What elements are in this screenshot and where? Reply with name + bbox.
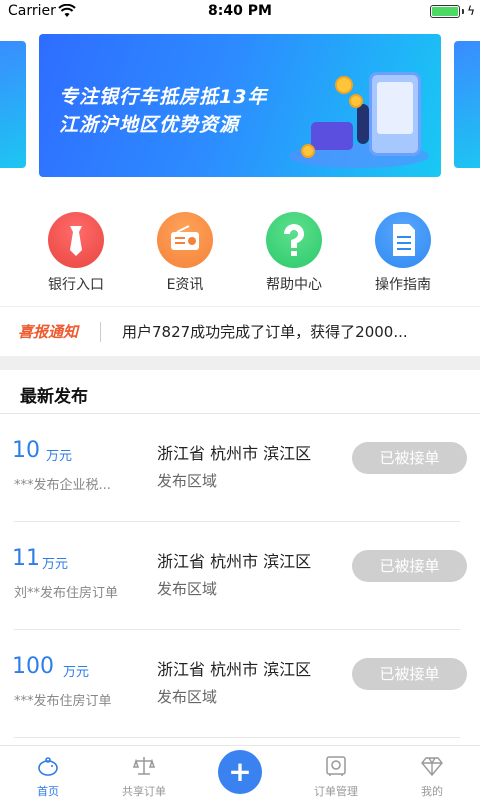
menu-label: 银行入口: [48, 277, 104, 293]
clock: 8:40 PM: [208, 3, 272, 19]
order-publisher: ***发布住房订单: [14, 694, 112, 709]
order-status-button[interactable]: 已被接单: [352, 442, 467, 474]
charging-icon: ϟ: [467, 4, 475, 18]
tab-label: 首页: [37, 785, 59, 798]
add-order-button[interactable]: +: [218, 750, 262, 794]
menu-label: 帮助中心: [266, 277, 322, 293]
banner-prev-slide[interactable]: [0, 41, 26, 168]
person-illustration: [357, 104, 369, 144]
order-publisher: ***发布企业税...: [14, 478, 111, 493]
radio-icon: [157, 212, 213, 268]
diamond-icon: [421, 757, 443, 777]
safe-icon: [326, 756, 346, 776]
coin-illustration: [335, 76, 353, 94]
order-amount: 11: [12, 546, 40, 571]
order-publisher: 刘**发布住房订单: [14, 586, 119, 601]
menu-label: 操作指南: [375, 277, 431, 293]
order-item[interactable]: 11 万元 刘**发布住房订单 浙江省 杭州市 滨江区 发布区域 已被接单: [0, 522, 480, 630]
order-region-label: 发布区域: [157, 472, 218, 490]
order-region: 浙江省 杭州市 滨江区: [157, 660, 312, 679]
tab-label: 订单管理: [314, 785, 358, 798]
battery-level: [432, 7, 458, 16]
order-region-label: 发布区域: [157, 580, 218, 598]
section-title: 最新发布: [20, 387, 88, 407]
order-region: 浙江省 杭州市 滨江区: [157, 552, 312, 571]
wallet-illustration: [311, 122, 353, 150]
tab-shared-orders[interactable]: 共享订单: [96, 746, 192, 800]
section-gap: [0, 356, 480, 370]
order-region-label: 发布区域: [157, 688, 218, 706]
battery-tip: [462, 9, 464, 14]
tab-profile[interactable]: 我的: [384, 746, 480, 800]
notice-tag: 喜报通知: [18, 323, 79, 341]
coin-illustration: [349, 94, 363, 108]
menu-item-news[interactable]: E资讯: [135, 212, 235, 294]
help-icon: [266, 212, 322, 268]
tab-label: 共享订单: [122, 785, 166, 798]
order-item[interactable]: 100 万元 ***发布住房订单 浙江省 杭州市 滨江区 发布区域 已被接单: [0, 630, 480, 738]
document-icon: [375, 212, 431, 268]
phone-screen-illustration: [377, 82, 413, 134]
notice-bar[interactable]: 喜报通知 用户7827成功完成了订单，获得了2000...: [0, 306, 480, 356]
status-bar: Carrier 8:40 PM ϟ: [0, 0, 480, 24]
order-unit: 万元: [42, 557, 69, 572]
banner-headline: 专注银行车抵房抵13年: [59, 86, 268, 108]
quick-menu: 银行入口 E资讯 帮助中心 操作指南: [0, 212, 480, 296]
piggy-bank-icon: [38, 757, 58, 776]
tab-order-management[interactable]: 订单管理: [288, 746, 384, 800]
menu-item-help[interactable]: 帮助中心: [244, 212, 344, 294]
menu-item-guide[interactable]: 操作指南: [353, 212, 453, 294]
menu-item-bank[interactable]: 银行入口: [26, 212, 126, 294]
tab-home[interactable]: 首页: [0, 746, 96, 800]
order-divider: [14, 737, 460, 738]
tie-icon: [48, 212, 104, 268]
order-amount: 10: [12, 438, 40, 463]
notice-text[interactable]: 用户7827成功完成了订单，获得了2000...: [122, 321, 408, 342]
banner-slide[interactable]: 专注银行车抵房抵13年 江浙沪地区优势资源: [39, 34, 441, 177]
banner-carousel[interactable]: 专注银行车抵房抵13年 江浙沪地区优势资源: [0, 24, 480, 194]
order-amount: 100: [12, 654, 54, 679]
battery-icon: [430, 5, 460, 18]
order-status-button[interactable]: 已被接单: [352, 658, 467, 690]
order-status-button[interactable]: 已被接单: [352, 550, 467, 582]
scale-icon: [132, 757, 156, 775]
order-item[interactable]: 10 万元 ***发布企业税... 浙江省 杭州市 滨江区 发布区域 已被接单: [0, 414, 480, 522]
tab-label: 我的: [421, 785, 443, 798]
order-unit: 万元: [63, 665, 90, 680]
order-region: 浙江省 杭州市 滨江区: [157, 444, 312, 463]
banner-subheadline: 江浙沪地区优势资源: [59, 114, 240, 136]
order-unit: 万元: [46, 449, 73, 464]
menu-label: E资讯: [166, 277, 204, 293]
coin-illustration: [301, 144, 315, 158]
notice-divider: [100, 322, 101, 342]
banner-next-slide[interactable]: [454, 41, 480, 168]
